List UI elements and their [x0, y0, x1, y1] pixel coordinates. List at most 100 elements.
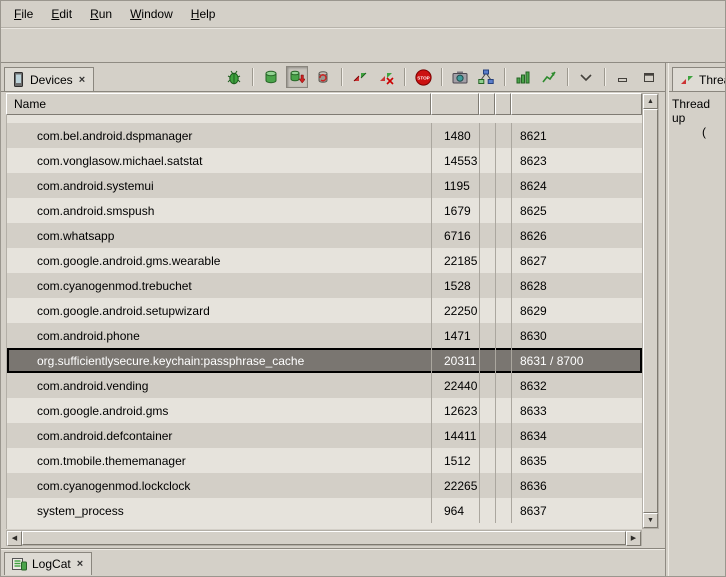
scroll-up-icon[interactable]: ▲: [643, 94, 658, 109]
empty-cell: [480, 198, 496, 223]
empty-cell: [480, 248, 496, 273]
empty-cell: [496, 498, 512, 523]
menu-window[interactable]: Window: [121, 3, 182, 25]
table-row[interactable]: com.cyanogenmod.trebuchet15288628: [7, 273, 642, 298]
start-method-profiling-icon[interactable]: [512, 66, 534, 88]
debug-process-icon[interactable]: [223, 66, 245, 88]
table-row[interactable]: com.whatsapp67168626: [7, 223, 642, 248]
maximize-icon[interactable]: [638, 66, 660, 88]
empty-cell: [496, 373, 512, 398]
process-pid: 22185: [432, 248, 480, 273]
process-port: 8630: [512, 323, 642, 348]
process-name: org.sufficientlysecure.keychain:passphra…: [7, 348, 432, 373]
view-menu-icon[interactable]: [575, 66, 597, 88]
table-row[interactable]: org.sufficientlysecure.keychain:passphra…: [7, 348, 642, 373]
empty-cell: [496, 298, 512, 323]
table-row[interactable]: com.bel.android.dspmanager14808621: [7, 123, 642, 148]
process-port: 8627: [512, 248, 642, 273]
process-port: 8631 / 8700: [512, 348, 642, 373]
ddms-window: File Edit Run Window Help Devices ×: [0, 0, 726, 577]
tab-devices[interactable]: Devices ×: [4, 67, 94, 91]
column-header-empty[interactable]: [495, 93, 511, 115]
dump-hprof-icon[interactable]: [286, 66, 308, 88]
table-row[interactable]: com.vonglasow.michael.satstat145538623: [7, 148, 642, 173]
table-row[interactable]: com.android.phone1471 8630: [7, 323, 642, 348]
table-row[interactable]: com.google.android.setupwizard222508629: [7, 298, 642, 323]
empty-cell: [496, 148, 512, 173]
menu-help[interactable]: Help: [182, 3, 225, 25]
empty-cell: [496, 348, 512, 373]
stop-process-icon[interactable]: STOP: [412, 66, 434, 88]
process-name: com.google.android.setupwizard: [7, 298, 432, 323]
tab-logcat[interactable]: LogCat ×: [4, 552, 92, 575]
table-row[interactable]: com.android.smspush16798625: [7, 198, 642, 223]
update-heap-icon[interactable]: [260, 66, 282, 88]
column-header-port[interactable]: [511, 93, 642, 115]
empty-cell: [480, 298, 496, 323]
tab-threads[interactable]: Threa: [672, 67, 725, 91]
process-pid: 14553: [432, 148, 480, 173]
table-row[interactable]: system_process9648637: [7, 498, 642, 523]
empty-cell: [480, 448, 496, 473]
menu-edit[interactable]: Edit: [42, 3, 81, 25]
process-pid: 1528: [432, 273, 480, 298]
process-port: 8635: [512, 448, 642, 473]
cause-gc-icon[interactable]: [312, 66, 334, 88]
devices-tabbar: Devices ×: [1, 63, 665, 92]
process-pid: 1471: [432, 323, 480, 348]
horizontal-scrollbar[interactable]: ◀ ▶: [6, 530, 642, 546]
workbench-area: Devices ×: [1, 63, 725, 576]
process-port: 8628: [512, 273, 642, 298]
empty-cell: [480, 473, 496, 498]
process-pid: 1480: [432, 123, 480, 148]
process-pid: 1195: [432, 173, 480, 198]
process-port: 8637: [512, 498, 642, 523]
minimize-icon[interactable]: [612, 66, 634, 88]
process-port: 8626: [512, 223, 642, 248]
vertical-scroll-thumb[interactable]: [643, 109, 658, 513]
devices-toolbar: STOP: [223, 66, 660, 88]
svg-text:STOP: STOP: [417, 75, 429, 80]
device-icon: [12, 72, 25, 87]
process-pid: 964: [432, 498, 480, 523]
table-row[interactable]: com.tmobile.thememanager15128635: [7, 448, 642, 473]
capture-trace-icon[interactable]: [538, 66, 560, 88]
menu-run[interactable]: Run: [81, 3, 121, 25]
scroll-down-icon[interactable]: ▼: [643, 513, 658, 528]
horizontal-scroll-thumb[interactable]: [22, 531, 626, 545]
table-row[interactable]: com.google.android.gms.wearable22185 8627: [7, 248, 642, 273]
column-header-pid[interactable]: [431, 93, 479, 115]
empty-cell: [496, 448, 512, 473]
device-process-table: Name com.bel.android.dspmanager14808621c…: [6, 93, 659, 546]
empty-cell: [480, 398, 496, 423]
column-header-name[interactable]: Name: [6, 93, 431, 115]
toolbar-separator: [341, 68, 342, 86]
scroll-right-icon[interactable]: ▶: [626, 531, 641, 546]
dump-view-hierarchy-icon[interactable]: [475, 66, 497, 88]
threads-message-line1: Thread up: [672, 97, 722, 125]
table-header: Name: [6, 93, 642, 115]
close-tab-icon[interactable]: ×: [76, 559, 84, 569]
stop-threads-icon[interactable]: [375, 66, 397, 88]
table-row[interactable]: com.cyanogenmod.lockclock222658636: [7, 473, 642, 498]
column-header-empty[interactable]: [479, 93, 495, 115]
close-tab-icon[interactable]: ×: [78, 75, 86, 85]
table-row[interactable]: com.android.systemui11958624: [7, 173, 642, 198]
table-row[interactable]: com.google.android.gms126238633: [7, 398, 642, 423]
toolbar-separator: [252, 68, 253, 86]
menu-file[interactable]: File: [5, 3, 42, 25]
empty-cell: [480, 223, 496, 248]
update-threads-icon[interactable]: [349, 66, 371, 88]
process-pid: 6716: [432, 223, 480, 248]
process-port: 8632: [512, 373, 642, 398]
process-name: com.google.android.gms.wearable: [7, 248, 432, 273]
process-name: com.google.android.gms: [7, 398, 432, 423]
screen-capture-icon[interactable]: [449, 66, 471, 88]
table-row[interactable]: com.android.defcontainer144118634: [7, 423, 642, 448]
vertical-scrollbar[interactable]: ▲ ▼: [642, 93, 659, 529]
empty-cell: [496, 123, 512, 148]
process-name: com.android.phone: [7, 323, 432, 348]
empty-cell: [480, 123, 496, 148]
scroll-left-icon[interactable]: ◀: [7, 531, 22, 546]
table-row[interactable]: com.android.vending224408632: [7, 373, 642, 398]
